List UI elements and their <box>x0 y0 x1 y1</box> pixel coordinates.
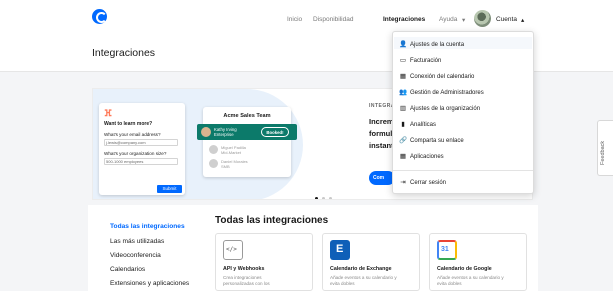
menu-item-label: Conexión del calendario <box>410 74 475 80</box>
calendly-logo-icon[interactable] <box>92 9 107 24</box>
email-value: j.lewis@company.com <box>106 140 146 145</box>
chevron-down-icon[interactable]: ▾ <box>462 16 465 24</box>
code-icon <box>223 240 243 260</box>
apps-grid-icon: ▦ <box>399 153 407 160</box>
booked-badge: Booked! <box>261 127 289 137</box>
users-icon: 👥 <box>399 89 408 96</box>
calendar-icon: ▦ <box>399 73 407 80</box>
menu-divider <box>393 170 533 171</box>
avatar[interactable] <box>474 10 491 27</box>
integrations-list-section: Todas las integraciones Las más utilizad… <box>88 205 538 291</box>
feedback-tab[interactable]: Feedback <box>597 120 613 176</box>
carousel-dot[interactable] <box>329 197 332 199</box>
tile-name: Calendario de Google <box>437 266 492 272</box>
logout-icon: ⇥ <box>400 179 406 186</box>
member-photo <box>209 145 218 154</box>
sidebar-item-calendarios[interactable]: Calendarios <box>110 266 145 273</box>
credit-card-icon: ▭ <box>399 57 407 64</box>
google-calendar-icon <box>437 240 457 260</box>
menu-item-conexion-calendario[interactable]: ▦ Conexión del calendario <box>399 72 529 84</box>
carousel-dot[interactable] <box>315 197 318 199</box>
menu-item-aplicaciones[interactable]: ▦ Aplicaciones <box>399 152 529 164</box>
menu-item-ajustes-organizacion[interactable]: ▥ Ajustes de la organización <box>399 104 529 116</box>
exchange-icon <box>330 240 350 260</box>
team-card: Acme Sales Team Kathy Irving Enterprise B… <box>197 107 297 177</box>
sidebar-item-todas[interactable]: Todas las integraciones <box>110 223 185 230</box>
form-submit-button: Submit <box>157 185 182 193</box>
nav-disponibilidad[interactable]: Disponibilidad <box>313 16 353 23</box>
member-segment: Mid-Market <box>221 150 242 155</box>
integration-tile-google[interactable]: Calendario de Google Añade eventos a su … <box>429 233 527 291</box>
integration-tile-api[interactable]: API y Webhooks Crea integraciones person… <box>215 233 313 291</box>
menu-item-label: Ajustes de la cuenta <box>410 42 465 48</box>
tile-name: Calendario de Exchange <box>330 266 392 272</box>
carousel-dot[interactable] <box>322 197 325 199</box>
account-dropdown-menu: 👤 Ajustes de la cuenta ▭ Facturación ▦ Cone… <box>392 31 534 194</box>
menu-item-gestion-admin[interactable]: 👥 Gestión de Administradores <box>399 88 529 100</box>
team-title: Acme Sales Team <box>223 113 271 119</box>
building-icon: ▥ <box>399 105 407 112</box>
menu-item-label: Cerrar sesión <box>410 180 447 186</box>
section-title: Todas las integraciones <box>215 215 329 226</box>
menu-item-ajustes-cuenta[interactable]: 👤 Ajustes de la cuenta <box>399 40 529 52</box>
menu-item-label: Comparta su enlace <box>410 138 464 144</box>
hubspot-form-card: ⴼ Want to learn more? What's your email … <box>99 103 185 195</box>
carousel-dots <box>315 187 336 199</box>
member-segment: Enterprise <box>214 132 234 137</box>
menu-item-label: Facturación <box>410 58 442 64</box>
menu-item-label: Gestión de Administradores <box>410 90 484 96</box>
menu-item-label: Ajustes de la organización <box>410 106 481 112</box>
menu-item-analiticas[interactable]: ▮ Analíticas <box>399 120 529 132</box>
team-member-active: Kathy Irving Enterprise Booked! <box>197 124 297 140</box>
sidebar-item-videoconferencia[interactable]: Videoconferencia <box>110 252 161 259</box>
menu-item-label: Aplicaciones <box>410 154 444 160</box>
sidebar-item-extensiones[interactable]: Extensiones y aplicaciones <box>110 280 189 287</box>
hubspot-icon: ⴼ <box>104 108 112 118</box>
feedback-label: Feedback <box>600 140 606 165</box>
member-photo <box>201 127 211 137</box>
page-title: Integraciones <box>92 47 156 59</box>
hero-headline-line: instant <box>369 141 394 150</box>
integration-tile-exchange[interactable]: Calendario de Exchange Añade eventos a s… <box>322 233 420 291</box>
bar-chart-icon: ▮ <box>401 121 405 128</box>
link-icon: 🔗 <box>399 137 408 144</box>
sidebar-item-mas-utilizadas[interactable]: Las más utilizadas <box>110 238 164 245</box>
menu-item-facturacion[interactable]: ▭ Facturación <box>399 56 529 68</box>
org-size-label: What's your organization size? <box>104 151 167 156</box>
menu-item-cerrar-sesion[interactable]: ⇥ Cerrar sesión <box>399 178 529 190</box>
menu-item-comparta-enlace[interactable]: 🔗 Comparta su enlace <box>399 136 529 148</box>
nav-inicio[interactable]: Inicio <box>287 16 302 23</box>
tile-name: API y Webhooks <box>223 266 265 272</box>
tile-description: Crea integraciones personalizadas con lo… <box>223 275 270 286</box>
tile-description: Añade eventos a su calendario y evita do… <box>437 275 504 286</box>
email-label: What's your email address? <box>104 132 161 137</box>
user-icon: 👤 <box>399 41 408 48</box>
hero-headline-line: Increm <box>369 117 394 126</box>
nav-integraciones[interactable]: Integraciones <box>383 16 425 23</box>
org-size-value: 500-1000 employees <box>106 159 144 164</box>
nav-ayuda[interactable]: Ayuda <box>439 16 457 23</box>
tile-description: Añade eventos a su calendario y evita do… <box>330 275 397 286</box>
member-photo <box>209 159 218 168</box>
member-segment: SMB <box>221 164 230 169</box>
menu-item-label: Analíticas <box>410 122 437 128</box>
chevron-up-icon[interactable]: ▴ <box>521 16 524 24</box>
form-heading: Want to learn more? <box>104 121 153 127</box>
nav-cuenta[interactable]: Cuenta <box>496 16 517 23</box>
